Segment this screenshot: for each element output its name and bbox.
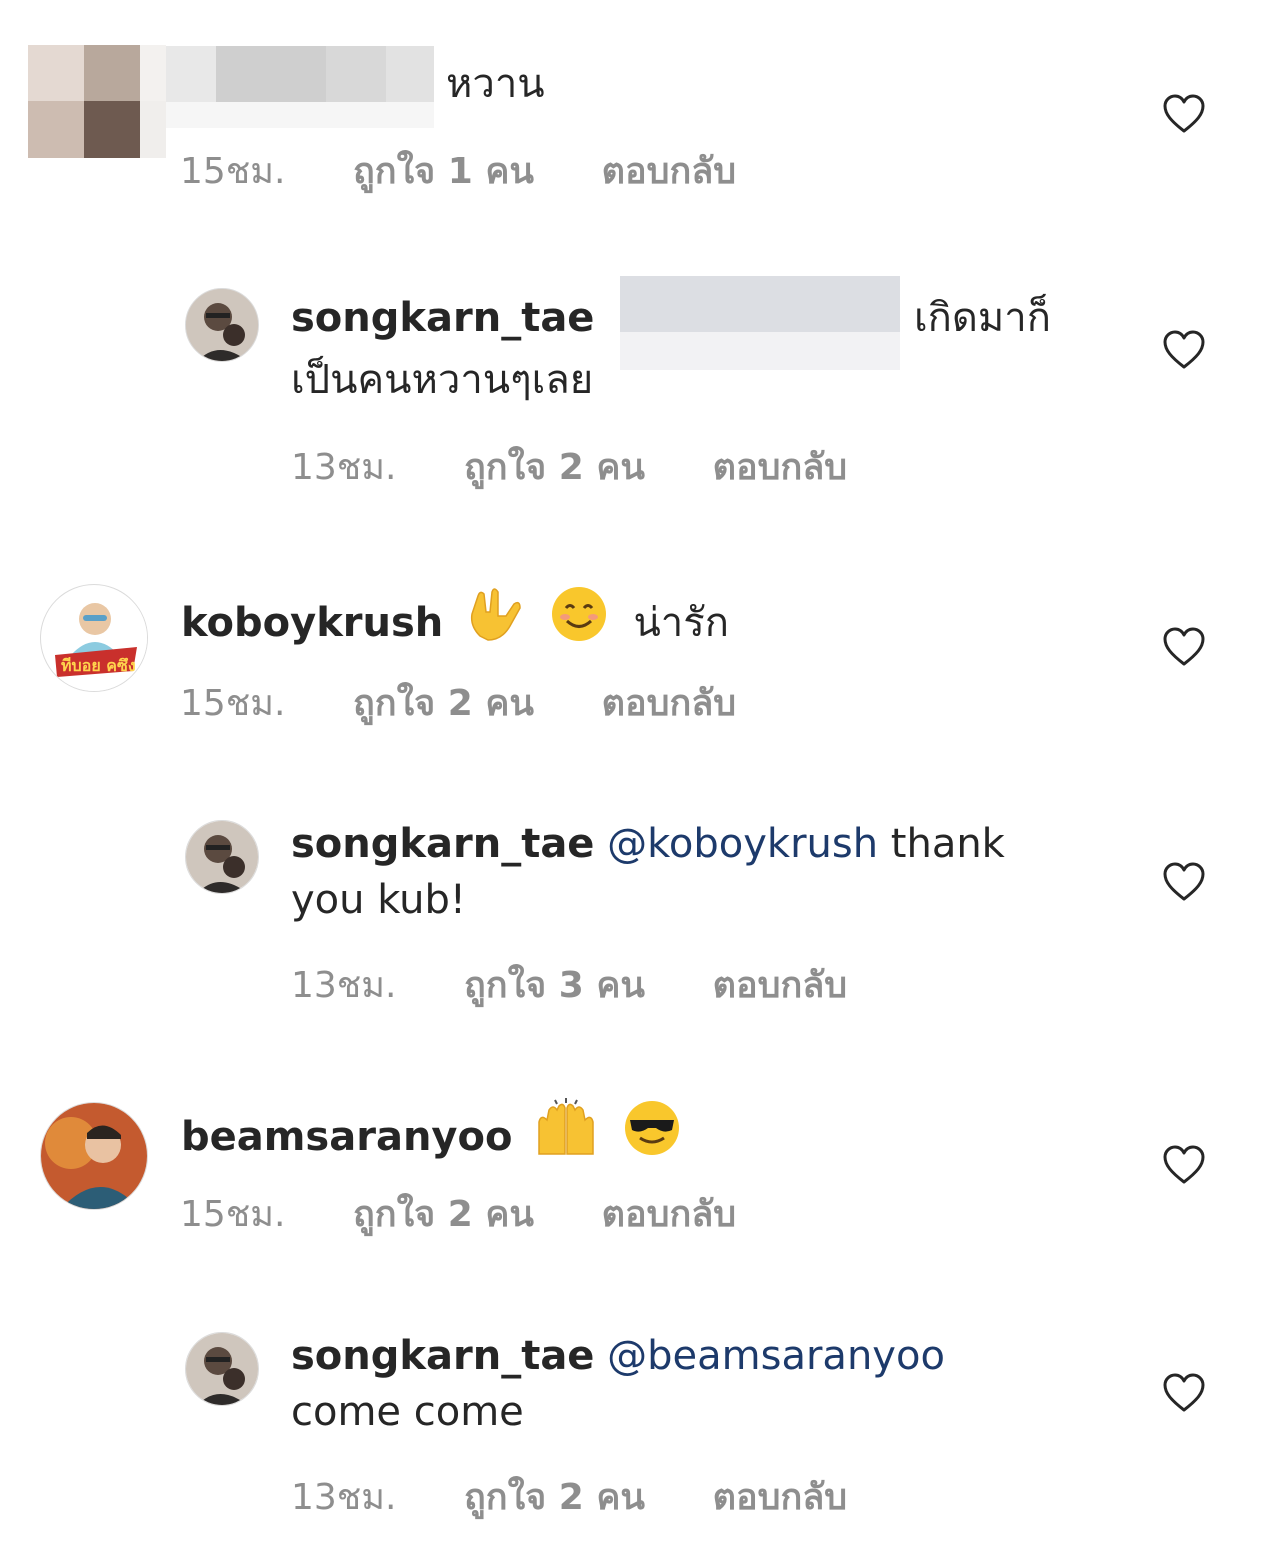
heart-outline-icon[interactable] — [1163, 94, 1205, 134]
comment-time[interactable]: 13ชม. — [291, 1477, 396, 1518]
reply-text: songkarn_tae @koboykrush thank — [291, 816, 1005, 872]
comment-meta: 15ชม. ถูกใจ 1 คน ตอบกลับ — [180, 142, 791, 199]
comment-meta: 13ชม. ถูกใจ 2 คน ตอบกลับ — [291, 438, 902, 495]
avatar-image — [186, 821, 258, 893]
smiling-face-icon — [551, 586, 607, 657]
comment-text: koboykrush น่ารัก — [181, 586, 729, 657]
comment-time[interactable]: 15ชม. — [180, 683, 285, 724]
username[interactable]: songkarn_tae — [291, 1333, 594, 1379]
likes-count[interactable]: ถูกใจ 1 คน — [353, 151, 534, 192]
avatar-songkarn-tae[interactable] — [185, 288, 259, 362]
raising-hands-icon — [535, 1098, 597, 1171]
comment-meta: 13ชม. ถูกใจ 3 คน ตอบกลับ — [291, 956, 902, 1013]
reply-button[interactable]: ตอบกลับ — [713, 965, 848, 1006]
likes-count[interactable]: ถูกใจ 2 คน — [464, 447, 645, 488]
comment-time[interactable]: 15ชม. — [180, 1194, 285, 1235]
username[interactable]: songkarn_tae — [291, 295, 594, 341]
heart-outline-icon[interactable] — [1163, 862, 1205, 902]
mention-link[interactable]: @koboykrush — [607, 821, 878, 867]
heart-outline-icon[interactable] — [1163, 1373, 1205, 1413]
comment-meta: 15ชม. ถูกใจ 2 คน ตอบกลับ — [180, 1185, 791, 1242]
heart-outline-icon[interactable] — [1163, 627, 1205, 667]
blurred-username — [166, 46, 434, 128]
comment-1: หวาน 15ชม. ถูกใจ 1 คน ตอบกลับ — [0, 0, 1280, 230]
mention-link[interactable]: @beamsaranyoo — [607, 1333, 945, 1379]
reply-text-line1-end: เกิดมาก็ — [914, 295, 1051, 341]
reply-text-line2: เป็นคนหวานๆเลย — [291, 357, 594, 403]
heart-outline-icon[interactable] — [1163, 330, 1205, 370]
avatar-image: ทีบอย คซึง — [42, 586, 147, 691]
likes-count[interactable]: ถูกใจ 2 คน — [353, 683, 534, 724]
comment-meta: 15ชม. ถูกใจ 2 คน ตอบกลับ — [180, 674, 791, 731]
blurred-mention — [620, 276, 900, 370]
reply-text-line2: you kub! — [291, 877, 466, 923]
username[interactable]: beamsaranyoo — [181, 1114, 512, 1160]
reply-button[interactable]: ตอบกลับ — [602, 683, 737, 724]
comment-time[interactable]: 13ชม. — [291, 965, 396, 1006]
username[interactable]: songkarn_tae — [291, 821, 594, 867]
avatar-koboykrush[interactable]: ทีบอย คซึง — [40, 584, 148, 692]
heart-outline-icon[interactable] — [1163, 1145, 1205, 1185]
avatar-beamsaranyoo[interactable] — [40, 1102, 148, 1210]
comment-meta: 13ชม. ถูกใจ 2 คน ตอบกลับ — [291, 1468, 902, 1525]
comment-text: หวาน — [446, 61, 545, 107]
reply-text-line2: come come — [291, 1389, 524, 1435]
avatar-songkarn-tae[interactable] — [185, 820, 259, 894]
likes-count[interactable]: ถูกใจ 2 คน — [464, 1477, 645, 1518]
avatar-logo-text: ทีบอย คซึง — [61, 656, 136, 675]
likes-count[interactable]: ถูกใจ 3 คน — [464, 965, 645, 1006]
likes-count[interactable]: ถูกใจ 2 คน — [353, 1194, 534, 1235]
username[interactable]: koboykrush — [181, 600, 443, 646]
avatar-image — [41, 1103, 147, 1209]
reply-button[interactable]: ตอบกลับ — [602, 1194, 737, 1235]
reply-button[interactable]: ตอบกลับ — [602, 151, 737, 192]
reply-text: songkarn_tae @beamsaranyoo — [291, 1328, 945, 1384]
avatar-image — [186, 289, 258, 361]
comment-message: น่ารัก — [633, 600, 729, 646]
reply-button[interactable]: ตอบกลับ — [713, 1477, 848, 1518]
comment-time[interactable]: 15ชม. — [180, 151, 285, 192]
reply-text-line1: thank — [890, 821, 1005, 867]
reply-button[interactable]: ตอบกลับ — [713, 447, 848, 488]
avatar-image — [186, 1333, 258, 1405]
avatar-songkarn-tae[interactable] — [185, 1332, 259, 1406]
blurred-avatar — [28, 45, 166, 158]
comment-time[interactable]: 13ชม. — [291, 447, 396, 488]
sunglasses-face-icon — [624, 1100, 680, 1171]
comment-text: beamsaranyoo — [181, 1098, 694, 1171]
love-you-gesture-icon — [466, 586, 524, 657]
